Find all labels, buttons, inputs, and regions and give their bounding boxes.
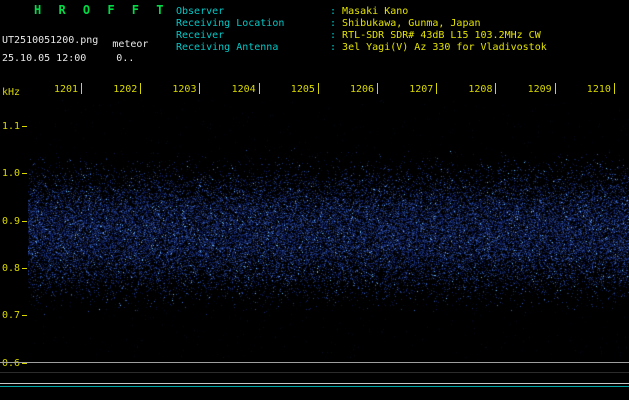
y-tick-mark — [22, 315, 27, 316]
noise-level-trace — [0, 386, 629, 387]
y-tick-mark — [22, 221, 27, 222]
level-panel-mid-gridline — [0, 372, 629, 373]
y-tick-label: 0.8 — [0, 263, 20, 275]
y-tick-label: 0.6 — [0, 358, 20, 370]
hrofft-output: H R O F F T Observer: Masaki KanoReceivi… — [0, 0, 629, 400]
y-tick-mark — [22, 173, 27, 174]
signal-level-trace — [0, 383, 629, 384]
y-tick-mark — [22, 126, 27, 127]
y-tick-label: 0.7 — [0, 310, 20, 322]
y-tick-label: 1.1 — [0, 121, 20, 133]
y-tick-label: 1.0 — [0, 168, 20, 180]
level-panel-top-border — [0, 362, 629, 363]
spectrogram-canvas — [28, 100, 629, 358]
y-tick-mark — [22, 268, 27, 269]
y-tick-label: 0.9 — [0, 216, 20, 228]
